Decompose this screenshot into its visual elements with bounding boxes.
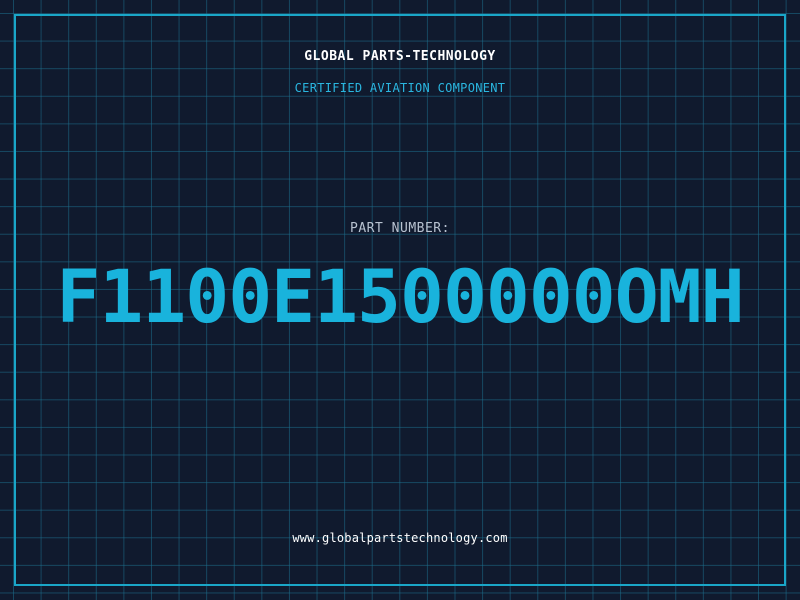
website-url: www.globalpartstechnology.com [292, 531, 508, 545]
part-number-label: PART NUMBER: [350, 221, 450, 236]
brand-subtitle: CERTIFIED AVIATION COMPONENT [294, 81, 506, 95]
part-number-value: F1100E1500000OMH [56, 255, 744, 340]
brand-title: GLOBAL PARTS-TECHNOLOGY [304, 49, 496, 64]
certificate-canvas: GLOBAL PARTS-TECHNOLOGY CERTIFIED AVIATI… [0, 0, 800, 600]
